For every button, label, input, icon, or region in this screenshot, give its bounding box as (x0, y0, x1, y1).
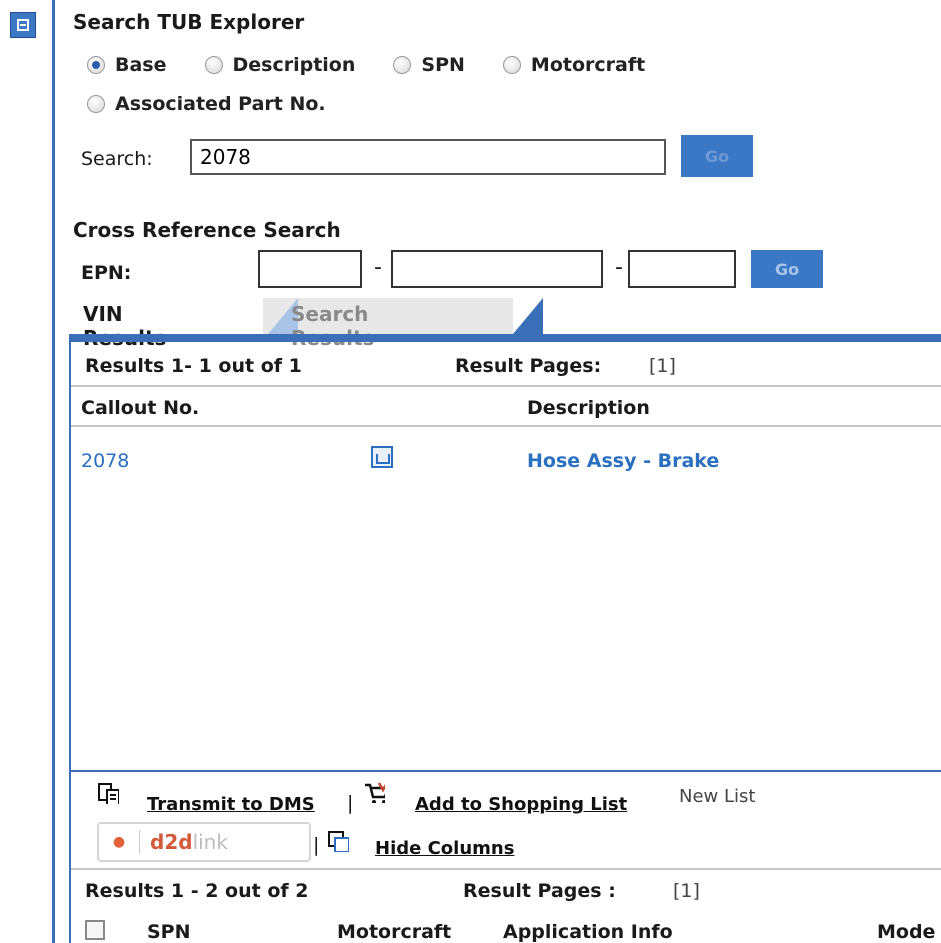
d2d-brand: d2d (150, 830, 193, 854)
dash-separator: - (374, 255, 382, 280)
results-summary-bottom: Results 1 - 2 out of 2 (85, 880, 309, 902)
radio-label: Base (115, 54, 167, 76)
radio-label: SPN (421, 54, 465, 76)
search-label: Search: (81, 148, 153, 170)
left-sidebar (0, 0, 52, 943)
d2d-suffix: link (192, 830, 228, 854)
dash-separator: - (615, 255, 623, 280)
results-summary: Results 1- 1 out of 1 (85, 355, 302, 377)
radio-label: Associated Part No. (115, 93, 326, 115)
column-header-application-info[interactable]: Application Info (503, 921, 673, 943)
transmit-dms-icon[interactable] (97, 782, 119, 804)
search-go-button[interactable]: Go (681, 135, 753, 177)
cross-reference-title: Cross Reference Search (73, 218, 341, 242)
radio-icon[interactable] (87, 95, 105, 113)
radio-spn[interactable]: SPN (393, 54, 465, 76)
toolbar-separator: | (313, 834, 320, 856)
divider (71, 425, 941, 427)
divider (71, 868, 941, 870)
shopping-cart-icon[interactable] (363, 781, 385, 803)
search-input[interactable] (190, 139, 666, 175)
radio-label: Description (232, 54, 356, 76)
epn-prefix-input[interactable] (258, 250, 362, 288)
transmit-dms-link[interactable]: Transmit to DMS (147, 794, 315, 815)
tab-divider (513, 298, 543, 334)
radio-base[interactable]: Base (87, 54, 167, 76)
column-header-description[interactable]: Description (527, 397, 650, 419)
details-icon[interactable] (371, 446, 393, 468)
callout-link[interactable]: 2078 (81, 450, 129, 472)
hide-columns-link[interactable]: Hide Columns (375, 838, 514, 859)
panel-title: Search TUB Explorer (73, 10, 305, 34)
radio-icon[interactable] (204, 56, 223, 74)
epn-suffix-input[interactable] (628, 250, 736, 288)
epn-base-input[interactable] (391, 250, 603, 288)
d2dlink-label: d2dlink (150, 830, 228, 854)
divider (139, 830, 140, 854)
radio-description[interactable]: Description (204, 54, 356, 76)
radio-selected-icon[interactable] (87, 56, 105, 74)
toolbar-divider (71, 770, 941, 772)
result-pages-link-bottom[interactable]: [1] (673, 880, 700, 902)
radio-icon[interactable] (393, 56, 412, 74)
hide-columns-icon[interactable] (327, 830, 349, 852)
select-all-checkbox[interactable] (85, 920, 105, 940)
result-pages-label: Result Pages: (455, 355, 602, 377)
radio-associated-part[interactable]: Associated Part No. (87, 93, 326, 115)
search-type-options: Base Description SPN Motorcraft (87, 54, 683, 76)
result-pages-label-bottom: Result Pages : (463, 880, 616, 902)
d2dlink-button[interactable]: ● d2dlink (97, 822, 311, 862)
d2dlink-logo-icon: ● (112, 834, 126, 850)
description-link[interactable]: Hose Assy - Brake (527, 450, 719, 472)
epn-go-button[interactable]: Go (751, 250, 823, 288)
divider (71, 385, 941, 387)
column-header-spn[interactable]: SPN (147, 921, 191, 943)
shopping-list-select[interactable]: New List (675, 786, 929, 818)
column-header-mode[interactable]: Mode (877, 921, 935, 943)
column-header-motorcraft[interactable]: Motorcraft (337, 921, 451, 943)
add-to-shopping-list-link[interactable]: Add to Shopping List (415, 794, 627, 815)
radio-motorcraft[interactable]: Motorcraft (502, 54, 646, 76)
result-pages-link[interactable]: [1] (649, 355, 676, 377)
epn-label: EPN: (81, 262, 132, 284)
radio-icon[interactable] (502, 56, 521, 74)
tub-explorer-panel: Search TUB Explorer Base Description SPN… (55, 0, 941, 943)
radio-label: Motorcraft (530, 54, 646, 76)
toolbar-separator: | (347, 792, 354, 814)
collapse-panel-icon[interactable] (10, 12, 36, 38)
column-header-callout[interactable]: Callout No. (81, 397, 199, 419)
